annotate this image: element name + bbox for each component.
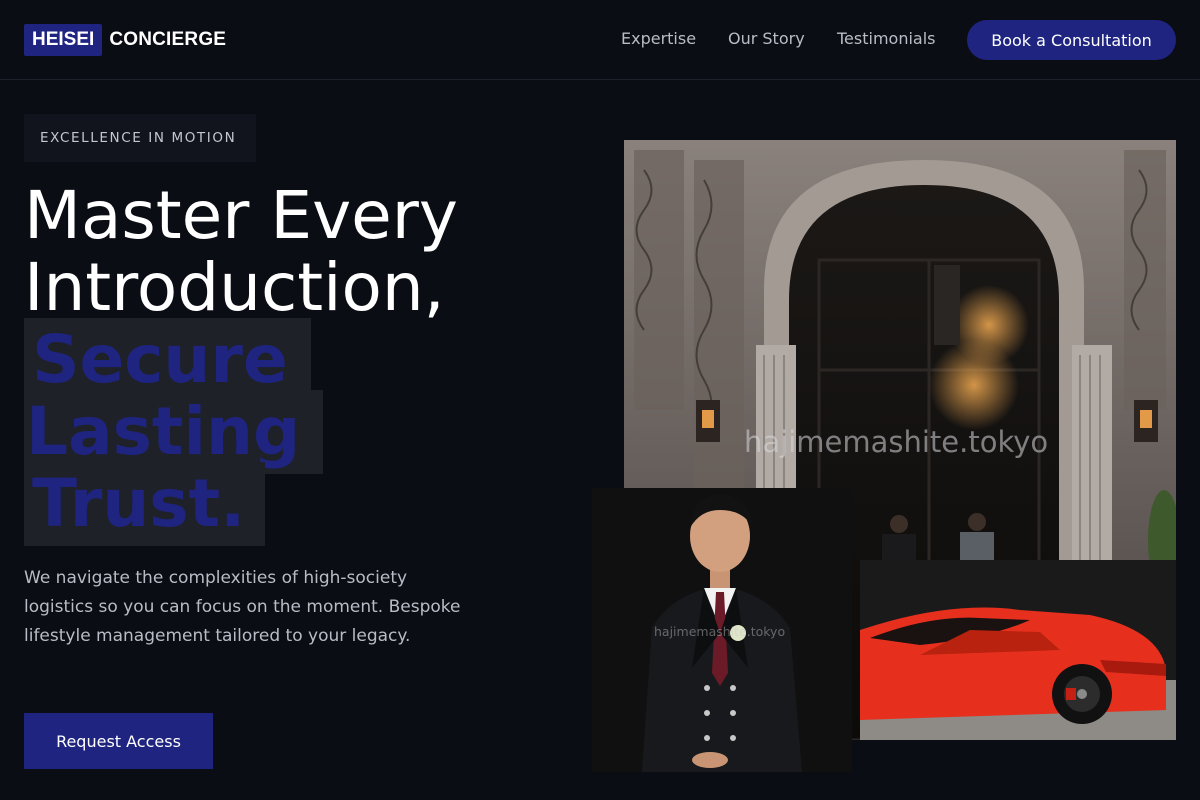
nav-link-expertise[interactable]: Expertise <box>621 29 696 48</box>
request-access-button[interactable]: Request Access <box>24 713 213 769</box>
nav-link-our-story[interactable]: Our Story <box>728 29 805 48</box>
main-watermark: hajimemashite.tokyo <box>744 425 1048 459</box>
logo-badge: HEISEI <box>24 24 103 56</box>
top-navigation: HEISEI CONCIERGE Expertise Our Story Tes… <box>0 0 1200 80</box>
concierge-portrait-image: hajimemashite.tokyo <box>592 488 852 772</box>
portrait-watermark: hajimemashite.tokyo <box>654 624 785 639</box>
headline-line-1: Master Every <box>24 177 458 254</box>
brand-logo[interactable]: HEISEI CONCIERGE <box>24 24 226 56</box>
hero-description: We navigate the complexities of high-soc… <box>24 568 461 646</box>
portrait-illustration: hajimemashite.tokyo <box>592 488 852 772</box>
car-illustration <box>860 560 1176 740</box>
logo-text: CONCIERGE <box>109 29 227 50</box>
nav-link-testimonials[interactable]: Testimonials <box>837 29 936 48</box>
book-consultation-button[interactable]: Book a Consultation <box>967 20 1176 60</box>
hero-eyebrow: EXCELLENCE IN MOTION <box>24 114 256 162</box>
sports-car-image <box>860 560 1176 740</box>
headline-line-2: Introduction, <box>24 249 445 326</box>
accent-line-3: Trust. <box>24 462 265 546</box>
